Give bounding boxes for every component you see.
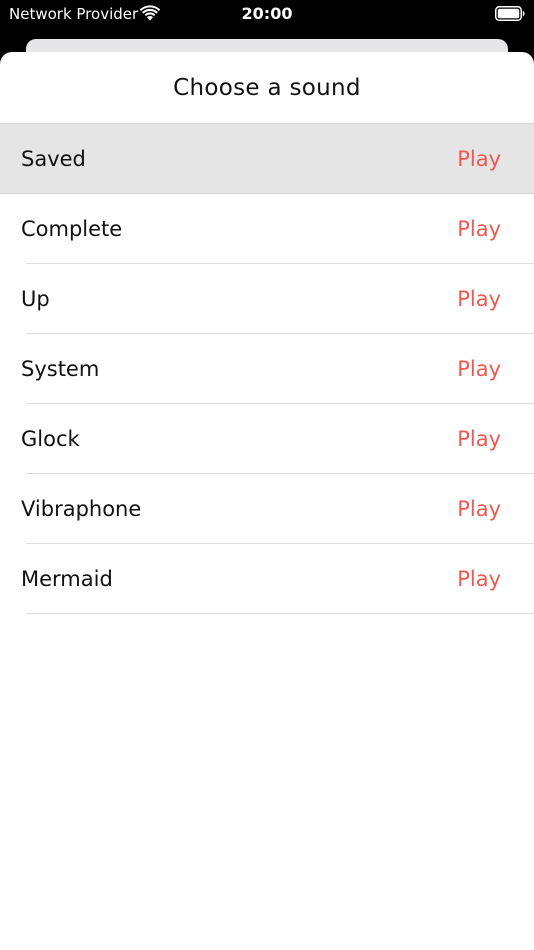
- play-button[interactable]: Play: [457, 217, 501, 241]
- sound-picker-sheet: Choose a sound Saved Play Complete Play …: [0, 52, 534, 950]
- sound-name: Complete: [21, 217, 123, 241]
- sheet-header: Choose a sound: [0, 52, 534, 124]
- sound-row-glock[interactable]: Glock Play: [0, 404, 534, 474]
- play-button[interactable]: Play: [457, 357, 501, 381]
- sound-row-mermaid[interactable]: Mermaid Play: [0, 544, 534, 614]
- sound-name: System: [21, 357, 100, 381]
- status-bar: Network Provider 20:00: [0, 0, 534, 30]
- play-button[interactable]: Play: [457, 287, 501, 311]
- sound-row-vibraphone[interactable]: Vibraphone Play: [0, 474, 534, 544]
- sound-name: Up: [21, 287, 50, 311]
- play-button[interactable]: Play: [457, 427, 501, 451]
- sheet-title: Choose a sound: [173, 74, 361, 101]
- sound-name: Vibraphone: [21, 497, 142, 521]
- sound-row-up[interactable]: Up Play: [0, 264, 534, 334]
- battery-icon: [495, 6, 525, 21]
- sound-name: Mermaid: [21, 567, 113, 591]
- wifi-icon: [140, 5, 160, 21]
- carrier-name: Network Provider: [9, 5, 139, 23]
- sound-list: Saved Play Complete Play Up Play System …: [0, 124, 534, 614]
- play-button[interactable]: Play: [457, 497, 501, 521]
- play-button[interactable]: Play: [457, 567, 501, 591]
- sound-name: Saved: [21, 147, 86, 171]
- play-button[interactable]: Play: [457, 147, 501, 171]
- sound-row-complete[interactable]: Complete Play: [0, 194, 534, 264]
- sound-row-system[interactable]: System Play: [0, 334, 534, 404]
- sound-row-saved[interactable]: Saved Play: [0, 124, 534, 194]
- sound-name: Glock: [21, 427, 80, 451]
